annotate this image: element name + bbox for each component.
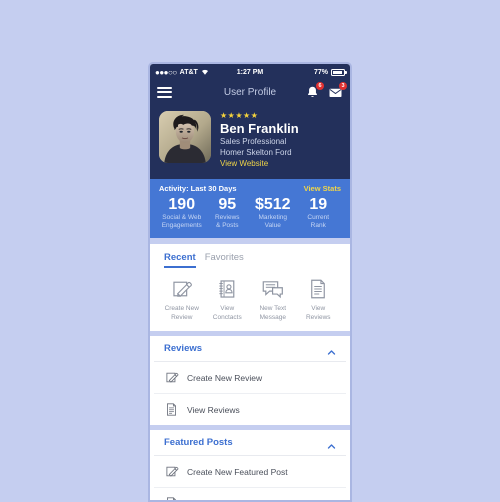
list-item-label: View Featured Posts xyxy=(187,499,265,502)
compose-review-icon xyxy=(164,369,179,386)
wifi-icon xyxy=(201,68,209,77)
quick-action-create-new-review[interactable]: Create New Review xyxy=(159,275,205,322)
stat-value: 19 xyxy=(296,196,342,214)
quick-action-new-text-message[interactable]: New Text Message xyxy=(250,275,296,322)
document-icon xyxy=(296,275,342,302)
stat-caption-line1: Reviews xyxy=(205,214,251,222)
rating-stars: ★★★★★ xyxy=(220,111,299,120)
section-reviews: Reviews Create New Review xyxy=(154,336,346,425)
status-bar-time: 1:27 PM xyxy=(237,69,263,76)
stat-reviews-posts[interactable]: 95 Reviews & Posts xyxy=(205,196,251,230)
status-bar: ●●●○○ AT&T 1:27 PM 77% xyxy=(150,64,350,80)
quick-action-label: View Conctacts xyxy=(205,305,251,322)
activity-label: Activity: Last 30 Days xyxy=(159,184,237,193)
list-item-create-new-featured-post[interactable]: Create New Featured Post xyxy=(154,456,346,488)
quick-action-label: Create New Review xyxy=(159,305,205,322)
battery-percent-label: 77% xyxy=(314,69,328,76)
navigation-bar: User Profile 6 3 xyxy=(150,80,350,104)
quick-action-label: New Text Message xyxy=(250,305,296,322)
section-featured-posts: Featured Posts Create New Featured Post xyxy=(154,430,346,502)
stat-social-engagements[interactable]: 190 Social & Web Engagements xyxy=(159,196,205,230)
list-item-create-new-review[interactable]: Create New Review xyxy=(154,362,346,394)
label-line1: Create New xyxy=(165,305,199,312)
profile-company: Homer Skelton Ford xyxy=(220,147,299,158)
label-line1: View xyxy=(220,305,234,312)
stat-marketing-value[interactable]: $512 Marketing Value xyxy=(250,196,296,230)
profile-info: ★★★★★ Ben Franklin Sales Professional Ho… xyxy=(220,111,299,169)
tab-recent[interactable]: Recent xyxy=(164,252,196,268)
quick-action-view-reviews[interactable]: View Reviews xyxy=(296,275,342,322)
stat-caption-line1: Marketing xyxy=(250,214,296,222)
stat-caption-line1: Social & Web xyxy=(159,214,205,222)
chat-bubbles-icon xyxy=(250,275,296,302)
tab-favorites[interactable]: Favorites xyxy=(205,252,244,268)
list-item-label: Create New Featured Post xyxy=(187,467,288,477)
section-featured-posts-header[interactable]: Featured Posts xyxy=(154,430,346,456)
notifications-button[interactable]: 6 xyxy=(305,85,320,100)
compose-review-icon xyxy=(159,275,205,302)
messages-badge: 3 xyxy=(339,82,347,90)
compose-review-icon xyxy=(164,463,179,480)
nav-icon-group: 6 3 xyxy=(305,85,343,100)
stats-row: 190 Social & Web Engagements 95 Reviews … xyxy=(159,196,341,230)
hamburger-menu-icon[interactable] xyxy=(157,87,172,98)
quick-actions-card: Recent Favorites Create New Review xyxy=(154,244,346,331)
stat-current-rank[interactable]: 19 Current Rank xyxy=(296,196,342,230)
label-line1: New Text xyxy=(259,305,286,312)
status-bar-left: ●●●○○ AT&T xyxy=(155,68,237,77)
label-line2: Reviews xyxy=(306,314,331,321)
document-icon xyxy=(164,495,179,502)
carrier-label: AT&T xyxy=(180,69,198,76)
label-line2: Review xyxy=(171,314,192,321)
quick-action-view-contacts[interactable]: View Conctacts xyxy=(205,275,251,322)
activity-stats-panel: Activity: Last 30 Days View Stats 190 So… xyxy=(150,179,350,238)
chevron-up-icon[interactable] xyxy=(327,438,336,447)
list-item-label: Create New Review xyxy=(187,373,262,383)
profile-name: Ben Franklin xyxy=(220,121,299,136)
section-title: Featured Posts xyxy=(164,437,233,448)
stat-caption-line2: & Posts xyxy=(205,222,251,230)
label-line2: Conctacts xyxy=(213,314,242,321)
list-item-view-reviews[interactable]: View Reviews xyxy=(154,394,346,425)
status-bar-right: 77% xyxy=(263,69,345,76)
messages-button[interactable]: 3 xyxy=(328,85,343,100)
label-line2: Message xyxy=(260,314,286,321)
quick-action-label: View Reviews xyxy=(296,305,342,322)
contacts-book-icon xyxy=(205,275,251,302)
section-title: Reviews xyxy=(164,343,202,354)
stat-caption-line2: Rank xyxy=(296,222,342,230)
phone-frame: ●●●○○ AT&T 1:27 PM 77% User Profile xyxy=(148,62,352,502)
profile-header: ★★★★★ Ben Franklin Sales Professional Ho… xyxy=(150,104,350,179)
battery-icon xyxy=(331,69,345,76)
avatar[interactable] xyxy=(159,111,211,163)
notifications-badge: 6 xyxy=(316,82,324,90)
stat-caption-line2: Engagements xyxy=(159,222,205,230)
avatar-photo xyxy=(159,111,211,163)
activity-stats-header: Activity: Last 30 Days View Stats xyxy=(159,184,341,193)
list-item-label: View Reviews xyxy=(187,405,240,415)
view-website-link[interactable]: View Website xyxy=(220,158,299,169)
stat-caption-line1: Current xyxy=(296,214,342,222)
profile-job-title: Sales Professional xyxy=(220,136,299,147)
stat-value: 190 xyxy=(159,196,205,214)
signal-strength-icon: ●●●○○ xyxy=(155,68,177,77)
view-stats-link[interactable]: View Stats xyxy=(304,184,341,193)
stat-caption-line2: Value xyxy=(250,222,296,230)
stat-value: $512 xyxy=(250,196,296,214)
section-reviews-header[interactable]: Reviews xyxy=(154,336,346,362)
document-icon xyxy=(164,401,179,418)
wifi-glyph xyxy=(201,68,209,75)
label-line1: View xyxy=(311,305,325,312)
chevron-up-icon[interactable] xyxy=(327,344,336,353)
quick-actions-tabs: Recent Favorites xyxy=(154,244,346,268)
stat-value: 95 xyxy=(205,196,251,214)
quick-actions-row: Create New Review xyxy=(154,268,346,331)
